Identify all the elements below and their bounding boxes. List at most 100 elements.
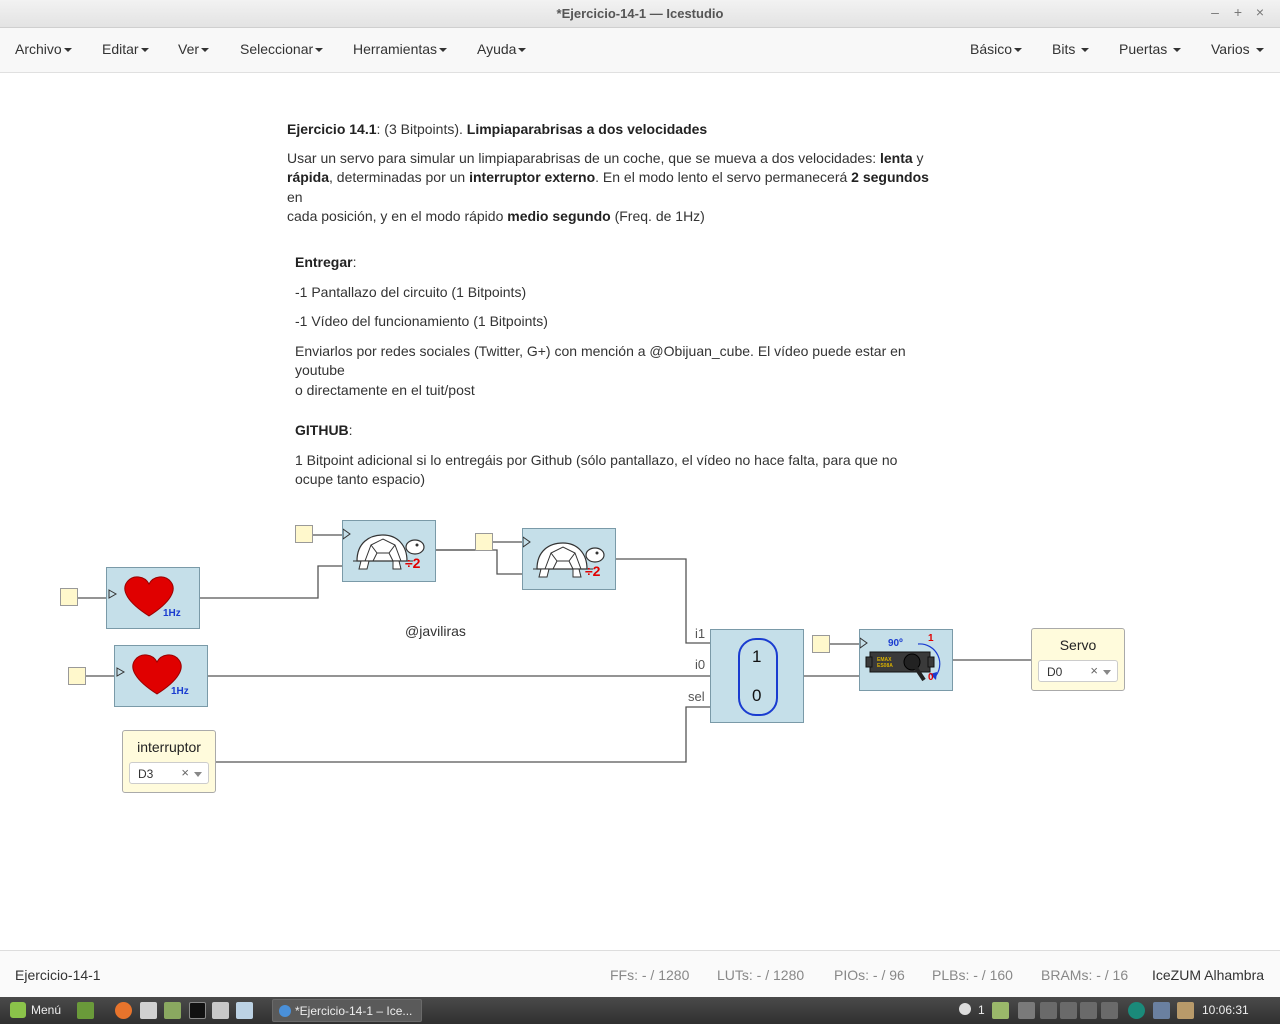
app-icon[interactable]	[236, 1002, 253, 1019]
close-button[interactable]: ×	[1251, 4, 1269, 20]
menu-label: Varios	[1211, 41, 1250, 57]
board-name[interactable]: IceZUM Alhambra	[1152, 967, 1264, 983]
parameter-port[interactable]	[475, 533, 493, 551]
menu-label: Básico	[970, 41, 1013, 57]
output-pin-select[interactable]: D0 ×	[1038, 660, 1118, 682]
heartbeat-block[interactable]: 1Hz	[114, 645, 208, 707]
menu-varios[interactable]: Varios	[1211, 41, 1264, 57]
menu-herramientas[interactable]: Herramientas	[353, 41, 448, 57]
arduino-icon[interactable]	[1128, 1002, 1145, 1019]
pin-value: D3	[138, 767, 154, 781]
folder-icon[interactable]	[992, 1002, 1009, 1019]
output-block-servo[interactable]: Servo D0 ×	[1031, 628, 1125, 691]
window-titlebar: *Ejercicio-14-1 — Icestudio – + ×	[0, 0, 1280, 28]
show-desktop-icon[interactable]	[77, 1002, 94, 1019]
menu-bits[interactable]: Bits	[1052, 41, 1090, 57]
wire	[200, 565, 342, 599]
parameter-port[interactable]	[812, 635, 830, 653]
files-icon[interactable]	[164, 1002, 181, 1019]
brams-usage: BRAMs: - / 16	[1041, 967, 1129, 983]
pen-icon[interactable]	[1040, 1002, 1057, 1019]
heart-frequency: 1Hz	[163, 608, 181, 619]
taskbar-window-button[interactable]: *Ejercicio-14-1 – Ice...	[272, 999, 422, 1022]
mux-top-value: 1	[752, 647, 762, 666]
wires	[78, 534, 1032, 763]
caret-down-icon	[1014, 48, 1023, 53]
dropdown-arrow-icon[interactable]	[1103, 670, 1111, 675]
menubar: Archivo Editar Ver Seleccionar Herramien…	[0, 28, 1280, 73]
firefox-icon[interactable]	[115, 1002, 132, 1019]
parameter-port[interactable]	[68, 667, 86, 685]
taskbar-window-title: *Ejercicio-14-1 – Ice...	[295, 1004, 413, 1018]
maximize-button[interactable]: +	[1229, 4, 1247, 20]
wire	[436, 549, 522, 575]
input-block-interruptor[interactable]: interruptor D3 ×	[122, 730, 216, 793]
statusbar: Ejercicio-14-1 FFs: - / 1280 LUTs: - / 1…	[0, 950, 1280, 997]
shield-icon[interactable]	[1153, 1002, 1170, 1019]
caret-down-icon	[63, 48, 72, 53]
design-canvas[interactable]: Ejercicio 14.1: (3 Bitpoints). Limpiapar…	[0, 73, 1280, 949]
caret-down-icon	[439, 48, 448, 53]
caret-down-icon	[315, 48, 324, 53]
mux-input-i0: i0	[695, 657, 706, 672]
search-icon[interactable]	[212, 1002, 229, 1019]
heart-icon	[108, 576, 174, 617]
notification-icon[interactable]	[959, 1003, 971, 1015]
menu-editar[interactable]: Editar	[102, 41, 149, 57]
input-pin-select[interactable]: D3 ×	[129, 762, 209, 784]
dropdown-arrow-icon[interactable]	[194, 772, 202, 777]
menu-basico[interactable]: Básico	[970, 41, 1023, 57]
menu-archivo[interactable]: Archivo	[15, 41, 72, 57]
menu-seleccionar[interactable]: Seleccionar	[240, 41, 324, 57]
brightness-icon[interactable]	[1080, 1002, 1097, 1019]
wire	[216, 706, 710, 763]
heartbeat-block[interactable]: 1Hz	[106, 567, 200, 629]
heart-icon	[116, 654, 182, 695]
menu-label: Ver	[178, 41, 200, 57]
ffs-usage: FFs: - / 1280	[610, 967, 690, 983]
mint-menu-icon[interactable]	[10, 1002, 26, 1018]
terminal-icon[interactable]	[189, 1002, 206, 1019]
multiplexer-block[interactable]: 1 0	[710, 629, 804, 723]
volume-icon[interactable]	[1060, 1002, 1077, 1019]
mux-input-i1: i1	[695, 626, 706, 641]
servo-angle: 90º	[888, 638, 903, 649]
caret-down-icon	[1081, 48, 1090, 53]
window-title: *Ejercicio-14-1 — Icestudio	[556, 6, 724, 21]
mux-input-sel: sel	[688, 689, 705, 704]
menu-ver[interactable]: Ver	[178, 41, 210, 57]
frequency-divider-block[interactable]: ÷2	[522, 528, 616, 590]
clipboard-icon[interactable]	[1177, 1002, 1194, 1019]
servo-brand: EMAX ES08A	[877, 657, 893, 669]
app-icon[interactable]	[140, 1002, 157, 1019]
output-name: Servo	[1059, 637, 1097, 653]
menu-label: Bits	[1052, 41, 1076, 57]
frequency-divider-block[interactable]: ÷2	[342, 520, 436, 582]
mux-bottom-value: 0	[752, 686, 762, 705]
pin-value: D0	[1047, 665, 1063, 679]
parameter-port[interactable]	[295, 525, 313, 543]
author-label[interactable]: @javiliras	[405, 623, 466, 639]
luts-usage: LUTs: - / 1280	[717, 967, 805, 983]
plbs-usage: PLBs: - / 160	[932, 967, 1013, 983]
clock[interactable]: 10:06:31	[1202, 1003, 1249, 1017]
caret-down-icon	[518, 48, 527, 53]
clear-icon[interactable]: ×	[181, 765, 189, 780]
dropbox-icon[interactable]	[1101, 1002, 1118, 1019]
project-name: Ejercicio-14-1	[15, 967, 101, 983]
clear-icon[interactable]: ×	[1090, 663, 1098, 678]
menu-label[interactable]: Menú	[31, 1003, 61, 1017]
minimize-button[interactable]: –	[1206, 4, 1224, 20]
menu-ayuda[interactable]: Ayuda	[477, 41, 527, 57]
menu-label: Seleccionar	[240, 41, 314, 57]
heart-frequency: 1Hz	[171, 686, 189, 697]
menu-label: Herramientas	[353, 41, 438, 57]
turtle-icon	[342, 528, 425, 570]
taskbar: Menú *Ejercicio-14-1 – Ice... 1 10:06:31	[0, 997, 1280, 1024]
network-icon[interactable]	[1018, 1002, 1035, 1019]
menu-puertas[interactable]: Puertas	[1119, 41, 1182, 57]
divider-label: ÷2	[405, 555, 421, 571]
parameter-port[interactable]	[60, 588, 78, 606]
servo-block[interactable]: 90º 1 0 EMAX ES08A	[859, 629, 953, 691]
menu-label: Editar	[102, 41, 139, 57]
